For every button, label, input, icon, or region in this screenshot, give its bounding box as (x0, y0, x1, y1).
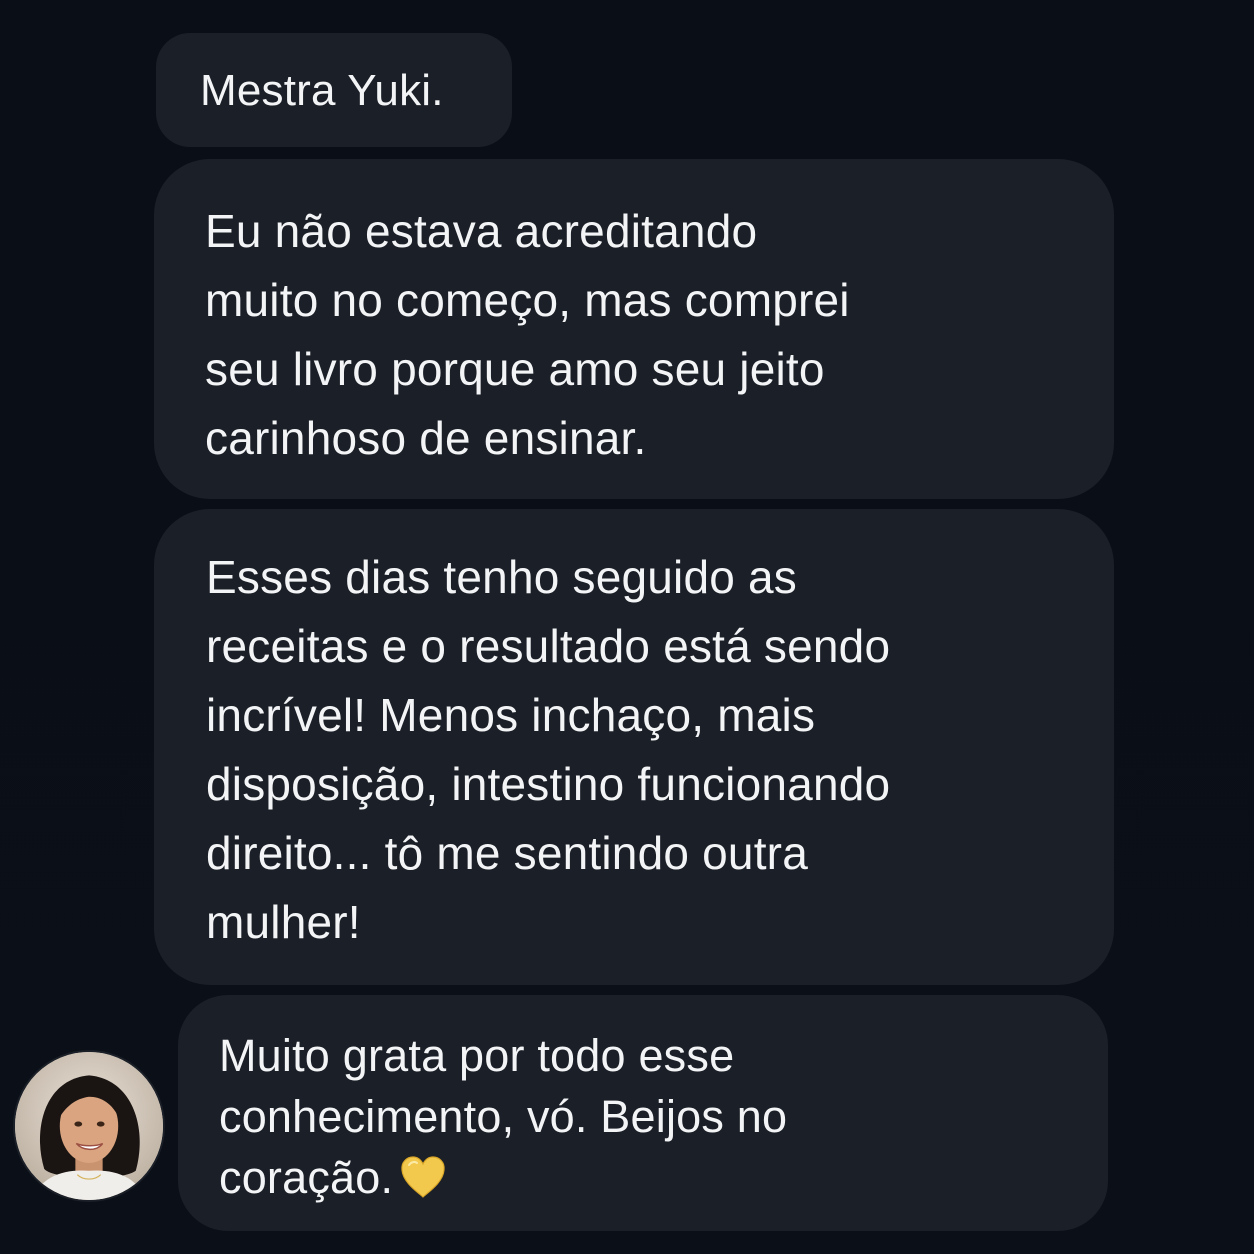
message-bubble-4: Muito grata por todo esse conhecimento, … (178, 995, 1108, 1231)
message-bubble-3: Esses dias tenho seguido as receitas e o… (154, 509, 1114, 985)
chat-screen: Mestra Yuki. Eu não estava acreditando m… (0, 0, 1254, 1254)
message-text-1: Mestra Yuki. (200, 66, 444, 115)
message-text-4-content: Muito grata por todo esse conhecimento, … (219, 1030, 788, 1203)
message-bubble-1: Mestra Yuki. (156, 33, 512, 147)
avatar[interactable] (13, 1050, 165, 1202)
message-text-2: Eu não estava acreditando muito no começ… (205, 205, 850, 464)
message-bubble-2: Eu não estava acreditando muito no começ… (154, 159, 1114, 499)
avatar-photo (15, 1052, 163, 1200)
yellow-heart-icon (401, 1156, 445, 1198)
message-text-3: Esses dias tenho seguido as receitas e o… (206, 551, 891, 948)
message-text-4: Muito grata por todo esse conhecimento, … (219, 1025, 1068, 1208)
